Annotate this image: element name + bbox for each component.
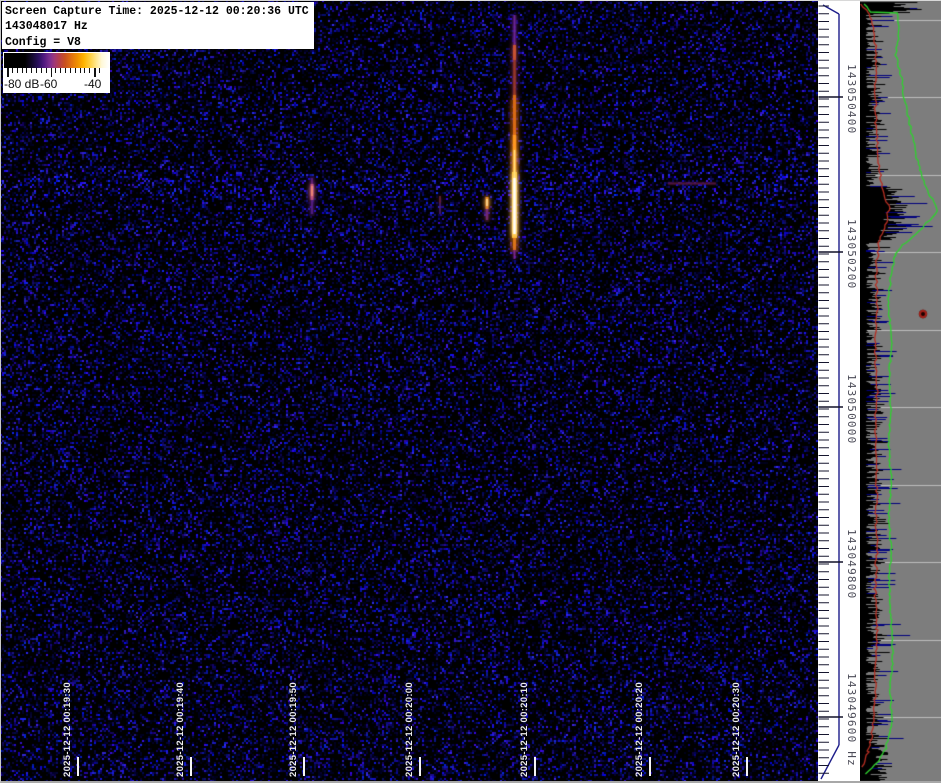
time-label: 2025-12-12 00:19:30 <box>62 682 73 777</box>
capture-time-text: Screen Capture Time: 2025-12-12 00:20:36… <box>5 5 309 18</box>
time-tick <box>534 757 536 776</box>
colorbar-tick <box>89 68 91 73</box>
colorbar-tick <box>55 68 57 73</box>
colorbar-tick <box>40 68 42 73</box>
frequency-label: 143049800 <box>845 529 858 600</box>
time-tick <box>419 757 421 776</box>
frequency-label: 143050200 <box>845 219 858 290</box>
waterfall-display: 2025-12-12 00:19:30 2025-12-12 00:19:40 20… <box>0 0 818 783</box>
frequency-label: 143050000 <box>845 374 858 445</box>
colorbar-tick <box>16 68 18 73</box>
colorbar-label-minus80db: -80 dB <box>4 77 40 91</box>
colorbar-tick <box>74 68 76 73</box>
colorbar-tick <box>60 68 62 73</box>
colorbar-tick <box>26 68 28 73</box>
time-tick <box>649 757 651 776</box>
time-label: 2025-12-12 00:19:40 <box>175 682 186 777</box>
colorbar: -80 dB -60 -40 <box>3 52 110 93</box>
time-tick <box>746 757 748 776</box>
waterfall-canvas <box>0 0 818 783</box>
colorbar-gradient <box>4 53 109 68</box>
colorbar-major-tick <box>50 68 52 77</box>
colorbar-tick <box>45 68 47 73</box>
spectrum-canvas <box>860 0 941 783</box>
spectrum-capture-screen: 2025-12-12 00:19:30 2025-12-12 00:19:40 20… <box>0 0 941 783</box>
colorbar-tick <box>79 68 81 73</box>
config-text: Config = V8 <box>5 35 81 49</box>
colorbar-tick <box>84 68 86 73</box>
colorbar-major-tick <box>94 68 96 77</box>
colorbar-tick <box>11 68 13 73</box>
frequency-label: 143050400 <box>845 64 858 135</box>
time-tick <box>77 757 79 776</box>
colorbar-tick <box>98 68 100 73</box>
frequency-axis: 143050400 143050200 143050000 143049800 1430… <box>818 0 860 783</box>
time-label: 2025-12-12 00:20:30 <box>731 682 742 777</box>
time-label: 2025-12-12 00:20:00 <box>404 682 415 777</box>
colorbar-label-minus40: -40 <box>84 77 102 91</box>
time-tick <box>190 757 192 776</box>
colorbar-tick <box>36 68 38 73</box>
time-label: 2025-12-12 00:19:50 <box>288 682 299 777</box>
capture-info-box: Screen Capture Time: 2025-12-12 00:20:36… <box>2 2 314 49</box>
time-label: 2025-12-12 00:20:20 <box>634 682 645 777</box>
colorbar-tick <box>65 68 67 73</box>
frequency-label: 143049600 Hz <box>845 673 858 768</box>
colorbar-tick <box>69 68 71 73</box>
colorbar-tick <box>21 68 23 73</box>
center-frequency-text: 143048017 Hz <box>5 20 88 34</box>
colorbar-label-minus60: -60 <box>40 77 58 91</box>
colorbar-tick <box>31 68 33 73</box>
colorbar-labels: -80 dB -60 -40 <box>3 77 110 92</box>
time-tick <box>303 757 305 776</box>
spectrum-panel <box>860 0 941 783</box>
colorbar-major-tick <box>7 68 9 77</box>
time-label: 2025-12-12 00:20:10 <box>519 682 530 777</box>
